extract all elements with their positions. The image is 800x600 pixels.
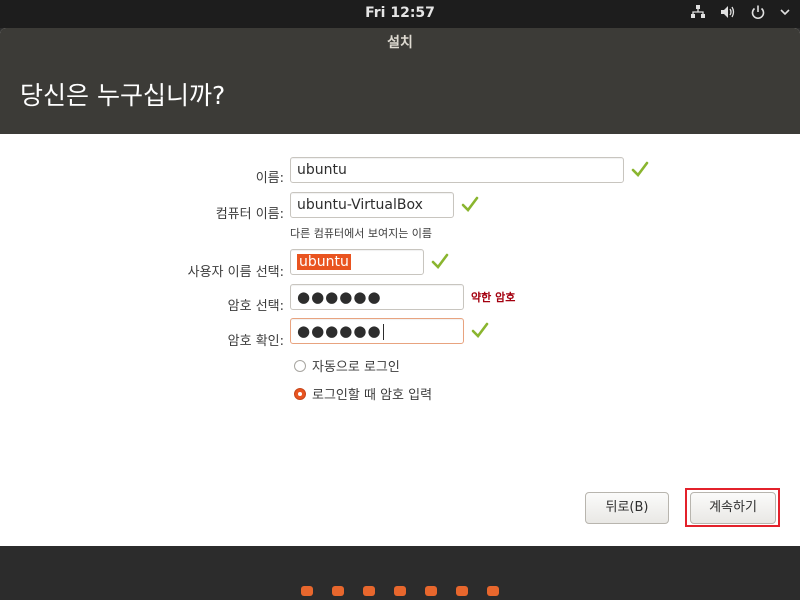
name-value: ubuntu [297,162,347,178]
installer-progress [0,586,800,596]
username-value: ubuntu [297,254,351,270]
username-label: 사용자 이름 선택: [187,265,284,280]
network-icon[interactable] [690,5,706,19]
password-field[interactable]: ●●●●●● [290,284,464,310]
power-icon[interactable] [750,4,766,20]
require-password-label: 로그인할 때 암호 입력 [312,388,433,403]
confirm-password-value: ●●●●●● [297,322,382,340]
volume-icon[interactable] [720,5,736,19]
clock[interactable]: Fri 12:57 [0,5,800,21]
continue-button[interactable]: 계속하기 [690,492,776,524]
progress-step [487,586,499,596]
computer-name-hint: 다른 컴퓨터에서 보여지는 이름 [290,227,433,240]
username-valid-check-icon [431,253,449,269]
require-password-radio[interactable] [294,387,306,400]
progress-step [394,586,406,596]
require-password-option[interactable]: 로그인할 때 암호 입력 [294,384,432,403]
progress-step [363,586,375,596]
confirm-password-field[interactable]: ●●●●●● [290,318,464,344]
progress-step [456,586,468,596]
username-field[interactable]: ubuntu [290,249,424,275]
password-label: 암호 선택: [227,299,284,314]
auto-login-radio[interactable] [294,359,306,372]
password-strength-text: 약한 암호 [471,291,516,304]
name-label: 이름: [255,171,284,186]
window-title: 설치 [0,28,800,58]
page-heading: 당신은 누구십니까? [0,58,800,134]
chevron-down-icon[interactable] [780,8,790,16]
system-top-bar: Fri 12:57 [0,0,800,28]
progress-step [332,586,344,596]
progress-step [425,586,437,596]
computer-name-field[interactable]: ubuntu-VirtualBox [290,192,454,218]
system-tray[interactable] [690,4,790,20]
progress-step [301,586,313,596]
name-field[interactable]: ubuntu [290,157,624,183]
back-button[interactable]: 뒤로(B) [585,492,669,524]
confirm-password-valid-check-icon [471,322,489,338]
computer-name-value: ubuntu-VirtualBox [297,197,423,213]
computer-name-label: 컴퓨터 이름: [215,207,284,222]
name-valid-check-icon [631,161,649,177]
auto-login-option[interactable]: 자동으로 로그인 [294,356,400,375]
auto-login-label: 자동으로 로그인 [312,360,400,375]
installer-window: 설치 당신은 누구십니까? 이름: ubuntu 컴퓨터 이름: ubuntu-… [0,28,800,546]
text-cursor [382,324,384,340]
user-form: 이름: ubuntu 컴퓨터 이름: ubuntu-VirtualBox 다른 … [0,134,800,546]
confirm-password-label: 암호 확인: [227,334,284,349]
password-value: ●●●●●● [297,288,382,306]
computer-name-valid-check-icon [461,196,479,212]
